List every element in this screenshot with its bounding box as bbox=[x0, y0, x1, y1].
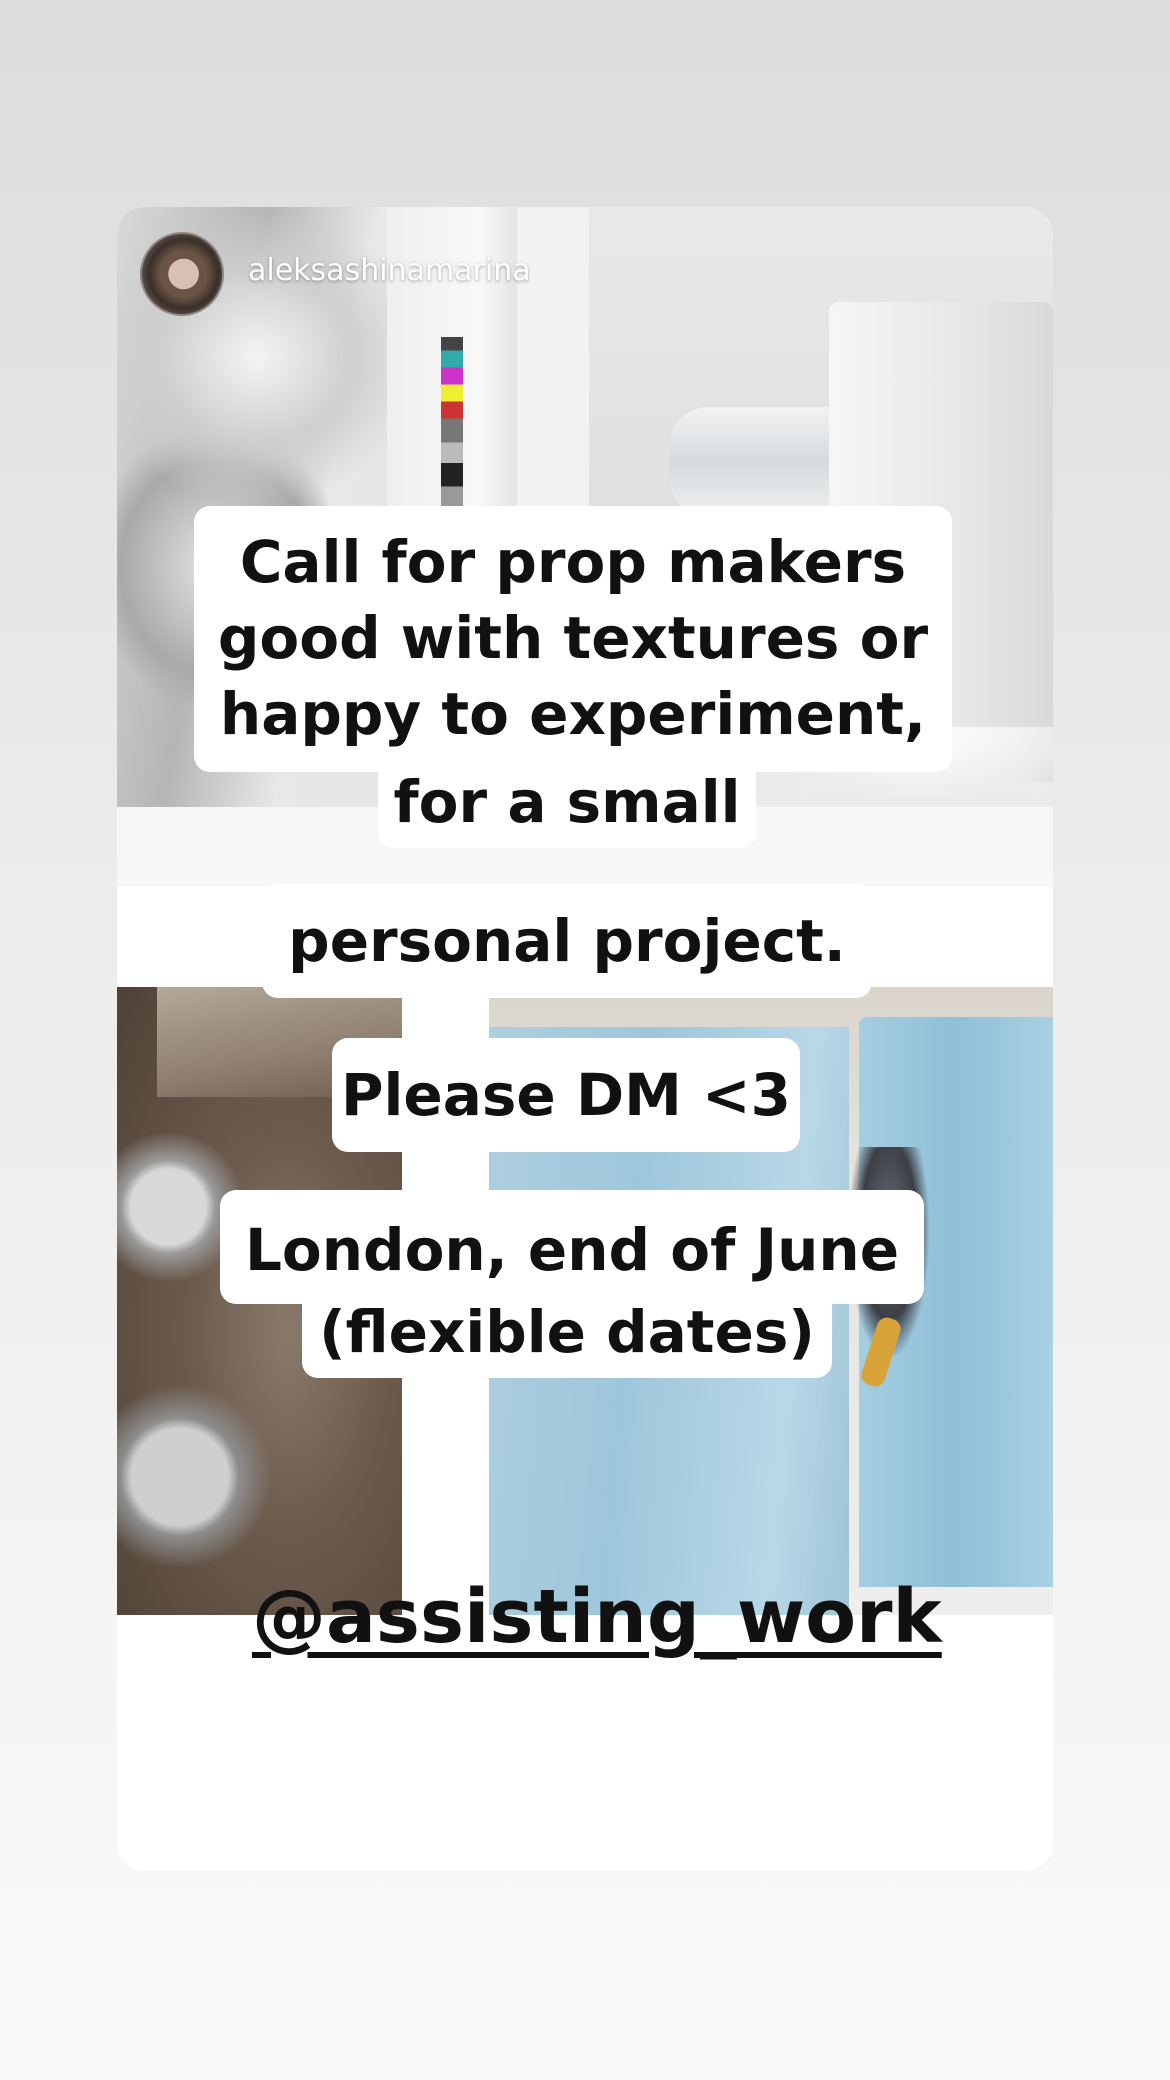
text-sticker-dm: Please DM <3 bbox=[332, 1038, 800, 1152]
text-sticker-dates: (flexible dates) bbox=[302, 1290, 832, 1378]
text-sticker-intro: Call for prop makers good with textures … bbox=[194, 506, 952, 772]
username[interactable]: aleksashinamarina bbox=[248, 253, 531, 288]
sticker-line: happy to experiment, bbox=[219, 680, 927, 748]
mold-tube bbox=[669, 407, 849, 517]
sticker-line: personal project. bbox=[288, 907, 846, 975]
sticker-line: Please DM <3 bbox=[341, 1061, 791, 1129]
avatar[interactable] bbox=[140, 232, 224, 316]
text-sticker-intro-end: for a small bbox=[378, 760, 756, 848]
text-sticker-project: personal project. bbox=[262, 884, 872, 998]
sticker-line: London, end of June bbox=[244, 1216, 900, 1284]
mention-link[interactable]: @assisting_work bbox=[252, 1574, 942, 1660]
sticker-line: good with textures or bbox=[217, 604, 929, 672]
text-sticker-location: London, end of June bbox=[220, 1190, 924, 1304]
sticker-line: Call for prop makers bbox=[239, 528, 907, 596]
sticker-line: (flexible dates) bbox=[319, 1298, 815, 1366]
color-calibration-strip bbox=[441, 337, 463, 507]
sticker-line: for a small bbox=[393, 768, 741, 836]
